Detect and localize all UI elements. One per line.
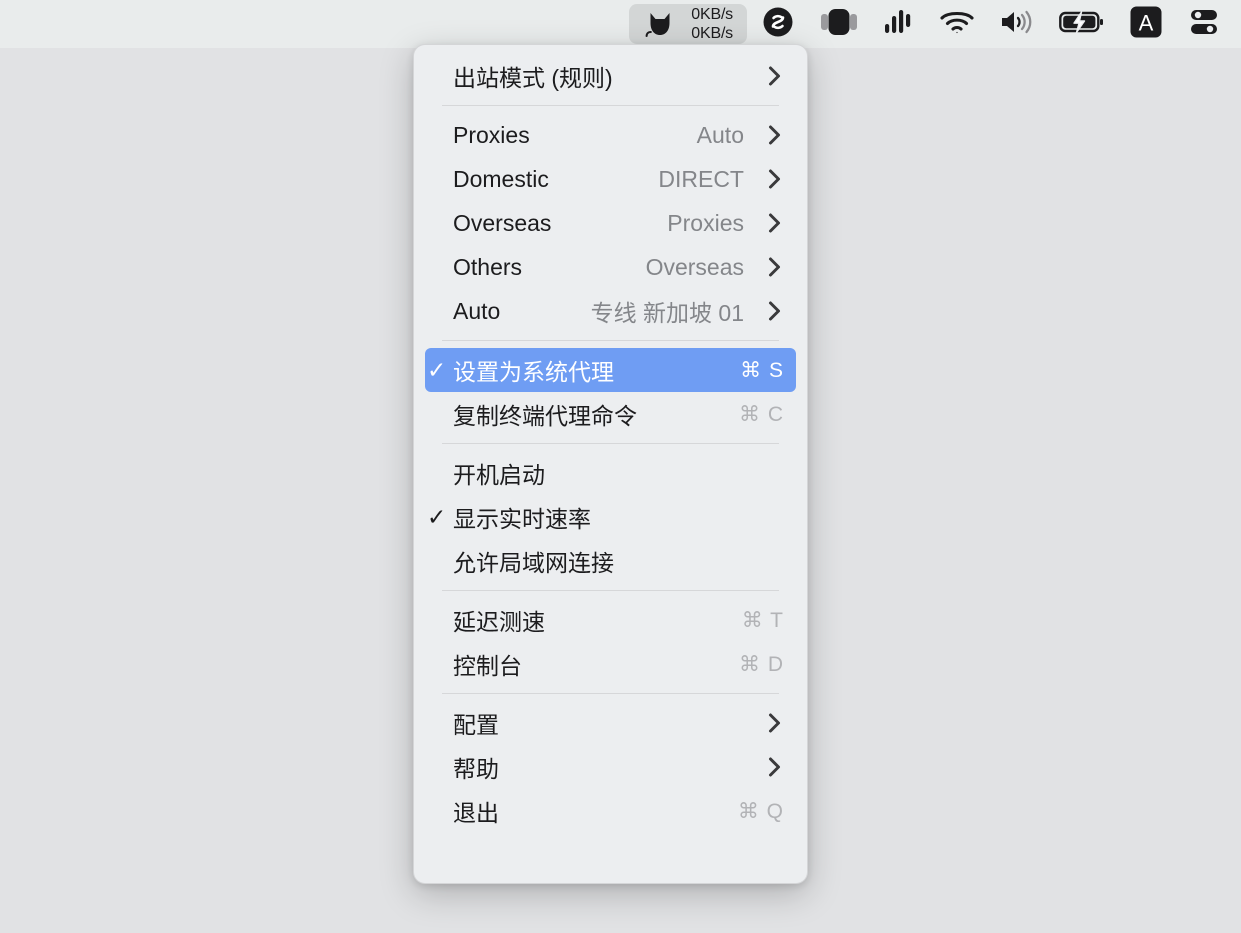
battery-charging-icon xyxy=(1059,9,1105,40)
menu-item-shortcut: ⌘ S xyxy=(740,358,784,382)
checkmark-placeholder: ✓ xyxy=(425,256,453,279)
menu-item-outbound-mode[interactable]: ✓ 出站模式 (规则) xyxy=(425,54,796,98)
checkmark-placeholder: ✓ xyxy=(425,124,453,147)
checkmark-placeholder: ✓ xyxy=(425,550,453,573)
menu-item-value: DIRECT xyxy=(658,165,744,192)
menu-item-label: 开机启动 xyxy=(453,462,545,488)
menu-item-benchmark[interactable]: ✓ 延迟测速 ⌘ T xyxy=(425,598,796,642)
checkmark-placeholder: ✓ xyxy=(425,300,453,323)
menu-item-launch-at-login[interactable]: ✓ 开机启动 xyxy=(425,451,796,495)
checkmark-placeholder: ✓ xyxy=(425,462,453,485)
menubar-item-wifi[interactable] xyxy=(927,4,987,44)
menu-item-proxy-group-domestic[interactable]: ✓ Domestic DIRECT xyxy=(425,157,796,201)
audio-levels-icon xyxy=(883,7,915,42)
checkmark-placeholder: ✓ xyxy=(425,756,453,779)
menu-item-label: 退出 xyxy=(453,800,499,826)
menubar-item-battery[interactable] xyxy=(1047,4,1117,44)
chevron-right-icon xyxy=(766,300,784,322)
menu-item-label: Overseas xyxy=(453,209,552,236)
menu-separator xyxy=(442,443,779,444)
checkmark-placeholder: ✓ xyxy=(425,609,453,632)
menubar-item-audio-levels[interactable] xyxy=(871,4,927,44)
menu-item-value: Overseas xyxy=(645,253,744,280)
menubar-item-volume[interactable] xyxy=(987,4,1047,44)
checkmark-icon: ✓ xyxy=(427,503,447,530)
menu-item-label: 出站模式 (规则) xyxy=(453,65,613,91)
menu-item-label: 配置 xyxy=(453,712,499,738)
menu-separator xyxy=(442,340,779,341)
chevron-right-icon xyxy=(766,712,784,734)
chevron-right-icon xyxy=(766,65,784,87)
menubar-item-input-source[interactable]: A xyxy=(1117,4,1175,44)
menu-item-shortcut: ⌘ T xyxy=(741,608,784,632)
chevron-right-icon xyxy=(766,256,784,278)
cat-icon xyxy=(643,8,677,40)
menu-item-shortcut: ⌘ Q xyxy=(737,799,784,823)
upload-speed: 0KB/s xyxy=(691,6,733,23)
menu-separator xyxy=(442,590,779,591)
menu-separator xyxy=(442,105,779,106)
menu-item-label: 允许局域网连接 xyxy=(453,550,614,576)
menu-item-value: 专线 新加坡 01 xyxy=(590,300,744,326)
menu-item-label: 延迟测速 xyxy=(453,609,545,635)
menu-item-dashboard[interactable]: ✓ 控制台 ⌘ D xyxy=(425,642,796,686)
menu-item-label: Others xyxy=(453,253,523,280)
menu-item-config[interactable]: ✓ 配置 xyxy=(425,701,796,745)
checkmark-placeholder: ✓ xyxy=(425,653,453,676)
menu-item-label: 设置为系统代理 xyxy=(453,359,614,385)
svg-text:A: A xyxy=(1139,10,1154,35)
menu-item-proxy-group-proxies[interactable]: ✓ Proxies Auto xyxy=(425,113,796,157)
checkmark-placeholder: ✓ xyxy=(425,403,453,426)
menubar-item-shazam[interactable] xyxy=(749,4,807,44)
menubar-item-clashx[interactable]: 0KB/s 0KB/s xyxy=(629,4,747,44)
volume-icon xyxy=(999,8,1035,41)
menu-item-value: Auto xyxy=(696,121,744,148)
menu-item-label: 帮助 xyxy=(453,756,499,782)
chevron-right-icon xyxy=(766,212,784,234)
menubar-item-screen-record[interactable] xyxy=(807,4,871,44)
control-center-icon xyxy=(1187,7,1221,42)
menu-bar: 0KB/s 0KB/s A xyxy=(0,0,1241,48)
checkmark-placeholder: ✓ xyxy=(425,712,453,735)
menu-item-quit[interactable]: ✓ 退出 ⌘ Q xyxy=(425,789,796,833)
menu-item-copy-terminal-command[interactable]: ✓ 复制终端代理命令 ⌘ C xyxy=(425,392,796,436)
chevron-right-icon xyxy=(766,168,784,190)
menu-item-label: Auto xyxy=(453,297,501,324)
menu-item-label: Proxies xyxy=(453,121,530,148)
menu-item-label: 控制台 xyxy=(453,653,522,679)
shazam-icon xyxy=(761,5,795,44)
menu-item-proxy-group-others[interactable]: ✓ Others Overseas xyxy=(425,245,796,289)
menu-item-shortcut: ⌘ D xyxy=(739,652,784,676)
screen-record-icon xyxy=(819,7,859,42)
checkmark-placeholder: ✓ xyxy=(425,212,453,235)
chevron-right-icon xyxy=(766,756,784,778)
menu-item-set-system-proxy[interactable]: ✓ 设置为系统代理 ⌘ S xyxy=(425,348,796,392)
input-source-icon: A xyxy=(1129,5,1163,44)
menu-item-value: Proxies xyxy=(667,209,744,236)
checkmark-placeholder: ✓ xyxy=(425,800,453,823)
checkmark-icon: ✓ xyxy=(427,356,447,383)
menu-item-show-speed[interactable]: ✓ 显示实时速率 xyxy=(425,495,796,539)
menu-item-label: Domestic xyxy=(453,165,549,192)
clashx-dropdown-menu: ✓ 出站模式 (规则) ✓ Proxies Auto ✓ Domestic DI… xyxy=(413,44,808,884)
checkmark-placeholder: ✓ xyxy=(425,65,453,88)
menu-item-proxy-group-overseas[interactable]: ✓ Overseas Proxies xyxy=(425,201,796,245)
menu-separator xyxy=(442,693,779,694)
menu-item-allow-lan[interactable]: ✓ 允许局域网连接 xyxy=(425,539,796,583)
menu-item-help[interactable]: ✓ 帮助 xyxy=(425,745,796,789)
menubar-item-control-center[interactable] xyxy=(1175,4,1233,44)
network-speed: 0KB/s 0KB/s xyxy=(691,5,733,43)
checkmark-placeholder: ✓ xyxy=(425,168,453,191)
menu-item-label: 显示实时速率 xyxy=(453,506,591,532)
menu-item-label: 复制终端代理命令 xyxy=(453,403,637,429)
download-speed: 0KB/s xyxy=(691,25,733,42)
chevron-right-icon xyxy=(766,124,784,146)
menu-item-shortcut: ⌘ C xyxy=(739,402,784,426)
wifi-icon xyxy=(939,8,975,41)
menu-item-proxy-group-auto[interactable]: ✓ Auto 专线 新加坡 01 xyxy=(425,289,796,333)
